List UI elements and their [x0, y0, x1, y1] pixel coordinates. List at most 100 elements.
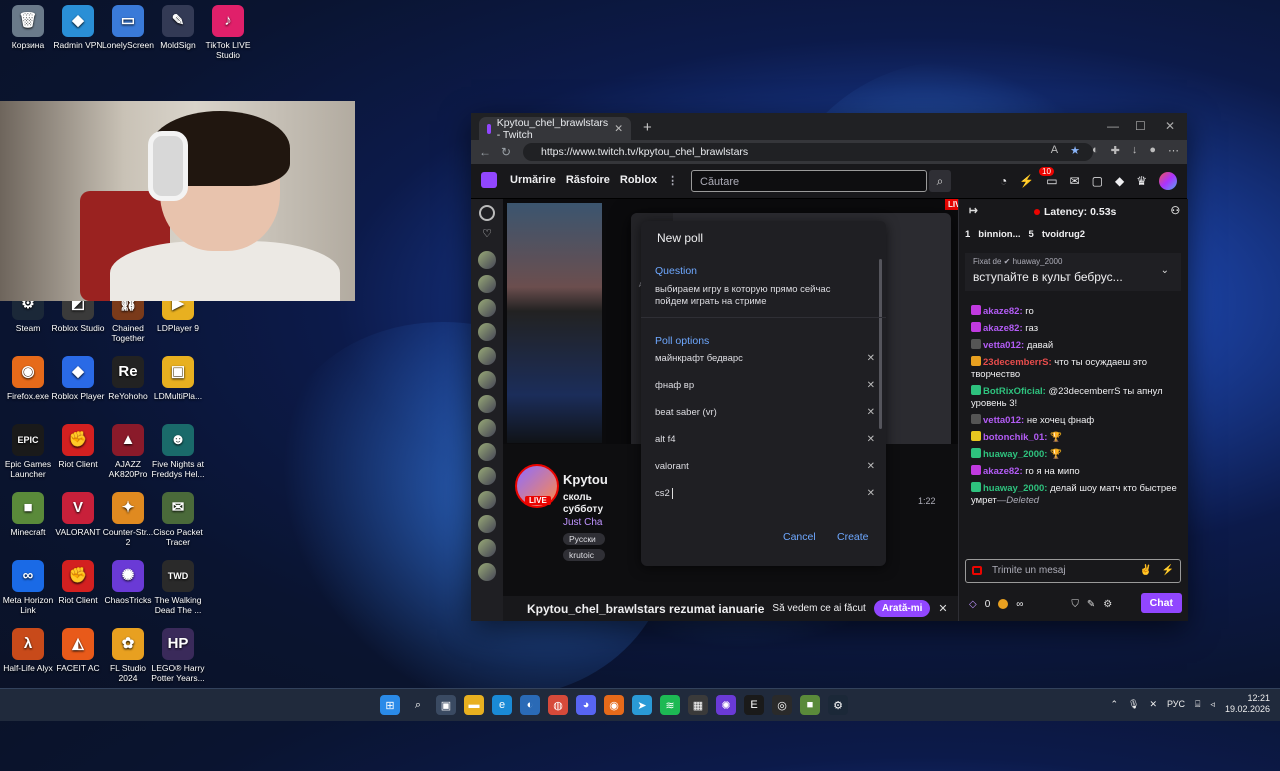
menu-dots-icon[interactable]: ⋯ [1168, 144, 1179, 157]
chat-input[interactable]: Trimite un mesaj ✌ ⚡ [965, 559, 1181, 583]
nav-browse[interactable]: Răsfoire [566, 174, 610, 187]
spotify-icon[interactable]: ≋ [660, 695, 680, 715]
nav-roblox[interactable]: Roblox [620, 174, 657, 187]
discord-icon[interactable]: ◕ [576, 695, 596, 715]
desktop-icon[interactable]: ◭ FACEIT AC [50, 628, 106, 673]
user-avatar[interactable] [1159, 172, 1177, 190]
pinned-message[interactable]: Fixat de ✔ huaway_2000 вступайте в культ… [965, 253, 1181, 291]
heart-icon[interactable]: ♡ [478, 227, 496, 245]
desktop-icon[interactable]: ◆ Radmin VPN [50, 5, 106, 50]
desktop-icon[interactable]: ☻ Five Nights at Freddys Hel... [150, 424, 206, 479]
stream-tag[interactable]: Русски [563, 533, 605, 545]
desktop-icon[interactable]: ✊ Riot Client [50, 560, 106, 605]
chat-send-button[interactable]: Chat [1140, 593, 1182, 613]
remove-option-icon[interactable]: ✕ [867, 431, 875, 449]
poll-option-input[interactable]: майнкрафт бедварс ✕ [655, 350, 875, 368]
obs-icon[interactable]: ◎ [772, 695, 792, 715]
sidebar-channel-avatar[interactable] [478, 371, 496, 389]
sidebar-channel-avatar[interactable] [478, 467, 496, 485]
user-badge-icon[interactable] [971, 322, 981, 332]
gear-icon[interactable]: ⚙ [1103, 599, 1112, 610]
chat-username[interactable]: BotRixOficial: [983, 386, 1046, 397]
create-button[interactable]: Create [837, 531, 869, 543]
chat-username[interactable]: huaway_2000: [983, 449, 1047, 460]
remove-option-icon[interactable]: ✕ [867, 485, 875, 503]
desktop-icon[interactable]: ■ Minecraft [0, 492, 56, 537]
chat-username[interactable]: vetta012: [983, 415, 1024, 426]
user-badge-icon[interactable] [971, 356, 981, 366]
sidebar-channel-avatar[interactable] [478, 563, 496, 581]
cancel-button[interactable]: Cancel [783, 531, 816, 543]
sidebar-channel-avatar[interactable] [478, 515, 496, 533]
desktop-icon[interactable]: ▣ LDMultiPla... [150, 356, 206, 401]
sidebar-channel-avatar[interactable] [478, 539, 496, 557]
poll-option-input[interactable]: фнаф вр ✕ [655, 377, 875, 395]
translate-icon[interactable]: A [1051, 144, 1058, 157]
desktop-icon[interactable]: ∞ Meta Horizon Link [0, 560, 56, 615]
search-icon[interactable]: ⌕ [408, 695, 428, 715]
sidebar-collapse-icon[interactable] [479, 205, 495, 221]
inbox-icon[interactable]: ✉ [1070, 174, 1080, 188]
desktop-icon[interactable]: ✦ Counter-Str... 2 [100, 492, 156, 547]
url-field[interactable]: https://www.twitch.tv/kpytou_chel_brawls… [523, 143, 1093, 161]
pen-icon[interactable]: ✎ [1087, 599, 1095, 610]
chevron-down-icon[interactable]: ⌄ [1161, 265, 1169, 276]
app-icon[interactable]: ◍ [548, 695, 568, 715]
clock[interactable]: 12:21 19.02.2026 [1225, 693, 1270, 715]
poll-option-input[interactable]: valorant ✕ [655, 458, 875, 476]
desktop-icon[interactable]: Re ReYohoho [100, 356, 156, 401]
nav-more-icon[interactable]: ⋮ [667, 174, 678, 187]
minecraft-icon[interactable]: ■ [800, 695, 820, 715]
bits-icon[interactable]: ◆ [1115, 174, 1124, 188]
firefox-icon[interactable]: ◉ [604, 695, 624, 715]
user-badge-icon[interactable] [971, 431, 981, 441]
stream-game-link[interactable]: Just Cha [563, 517, 603, 528]
puzzle-icon[interactable]: ✚ [1111, 144, 1120, 157]
chat-username[interactable]: huaway_2000: [983, 483, 1047, 494]
poll-option-input[interactable]: cs2​ ✕ [655, 485, 875, 503]
volume-icon[interactable]: ◃ [1210, 699, 1215, 710]
app-icon[interactable]: ✺ [716, 695, 736, 715]
tab-close-icon[interactable]: ✕ [614, 123, 623, 135]
network-icon[interactable]: ⌸ [1195, 699, 1200, 710]
remove-option-icon[interactable]: ✕ [867, 377, 875, 395]
edge-icon[interactable]: e [492, 695, 512, 715]
chat-username[interactable]: botonchik_01: [983, 432, 1047, 443]
desktop-icon[interactable]: ▭ LonelyScreen [100, 5, 156, 50]
whispers-icon[interactable]: ▢ [1092, 174, 1103, 188]
telegram-icon[interactable]: ➤ [632, 695, 652, 715]
user-badge-icon[interactable] [971, 482, 981, 492]
close-window-icon[interactable]: ✕ [1165, 119, 1175, 133]
gift-user[interactable]: binnion... [978, 229, 1020, 240]
mic-icon[interactable]: 🎙 [1128, 699, 1139, 710]
sidebar-channel-avatar[interactable] [478, 275, 496, 293]
chat-username[interactable]: 23decemberrS: [983, 357, 1052, 368]
sidebar-channel-avatar[interactable] [478, 347, 496, 365]
remove-option-icon[interactable]: ✕ [867, 458, 875, 476]
mic-muted-icon[interactable]: ✕ [1149, 699, 1157, 710]
promo-close-icon[interactable]: ✕ [938, 602, 947, 615]
channel-points-icon[interactable]: ◇ [969, 599, 977, 610]
sidebar-channel-avatar[interactable] [478, 419, 496, 437]
epic-games-icon[interactable]: E [744, 695, 764, 715]
stream-tag[interactable]: krutoic [563, 549, 605, 561]
streamer-name[interactable]: Kpytou [563, 472, 608, 487]
desktop-icon[interactable]: ✎ MoldSign [150, 5, 206, 50]
sidebar-channel-avatar[interactable] [478, 323, 496, 341]
user-badge-icon[interactable] [971, 305, 981, 315]
favorite-star-icon[interactable]: ★ [1070, 144, 1080, 157]
desktop-icon[interactable]: ✿ FL Studio 2024 [100, 628, 156, 683]
notifications-icon[interactable]: ▭ [1046, 174, 1057, 188]
user-badge-icon[interactable] [971, 414, 981, 424]
desktop-icon[interactable]: ◆ Roblox Player [50, 356, 106, 401]
maximize-icon[interactable]: ☐ [1135, 119, 1146, 133]
desktop-icon[interactable]: ♪ TikTok LIVE Studio [200, 5, 256, 60]
sidebar-channel-avatar[interactable] [478, 299, 496, 317]
desktop-icon[interactable]: HP LEGO® Harry Potter Years... [150, 628, 206, 683]
user-badge-icon[interactable] [971, 448, 981, 458]
user-badge-icon[interactable] [971, 385, 981, 395]
desktop-icon[interactable]: TWD The Walking Dead The ... [150, 560, 206, 615]
poll-scrollbar[interactable] [879, 259, 882, 429]
poll-option-input[interactable]: alt f4 ✕ [655, 431, 875, 449]
chat-username[interactable]: vetta012: [983, 340, 1024, 351]
